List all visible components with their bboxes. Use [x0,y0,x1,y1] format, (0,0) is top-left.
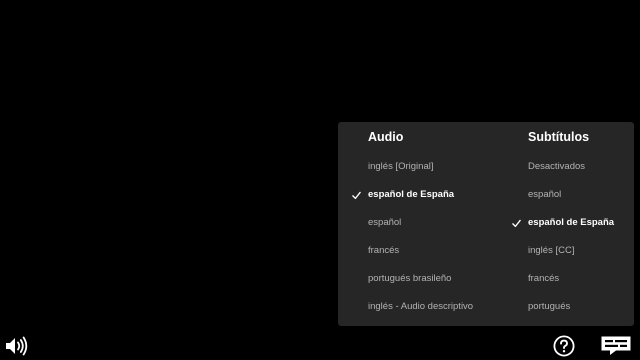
audio-subtitles-panel: Audio inglés [Original] español de Españ… [338,122,634,326]
subtitle-option-label: Desactivados [528,161,586,172]
audio-option[interactable]: inglés [Original] [338,157,508,177]
subtitles-title: Subtítulos [528,130,590,144]
audio-option-label: inglés - Audio descriptivo [368,301,474,312]
volume-icon [6,336,28,356]
subtitle-option[interactable]: español de España [508,213,634,233]
audio-option-label: portugués brasileño [368,273,452,284]
audio-option[interactable]: portugués brasileño [338,269,508,289]
subtitle-option[interactable]: francés [508,269,634,289]
audio-title: Audio [368,130,404,144]
help-icon [553,335,575,357]
subtitle-option-label: portugués [528,301,571,312]
audio-option-label: español de España [368,189,455,200]
subtitle-option-label: francés [528,273,560,284]
volume-button[interactable] [5,336,29,356]
audio-option-label: inglés [Original] [368,161,434,172]
subtitle-option-label: español de España [528,217,615,228]
audio-option[interactable]: español de España [338,185,508,205]
audio-subtitles-icon [601,336,631,355]
subtitle-option-label: inglés [CC] [528,245,575,256]
audio-option-label: francés [368,245,400,256]
subtitle-option[interactable]: Desactivados [508,157,634,177]
audio-option[interactable]: inglés - Audio descriptivo [338,297,508,317]
subtitle-option[interactable]: portugués [508,297,634,317]
audio-option-label: español [368,217,402,228]
audio-subtitles-button[interactable] [600,335,632,357]
subtitle-option[interactable]: inglés [CC] [508,241,634,261]
subtitle-option[interactable]: español [508,185,634,205]
subtitle-option-label: español [528,189,562,200]
checkmark-icon [512,219,521,228]
help-button[interactable] [553,335,575,357]
checkmark-icon [352,191,361,200]
audio-option[interactable]: francés [338,241,508,261]
audio-option[interactable]: español [338,213,508,233]
